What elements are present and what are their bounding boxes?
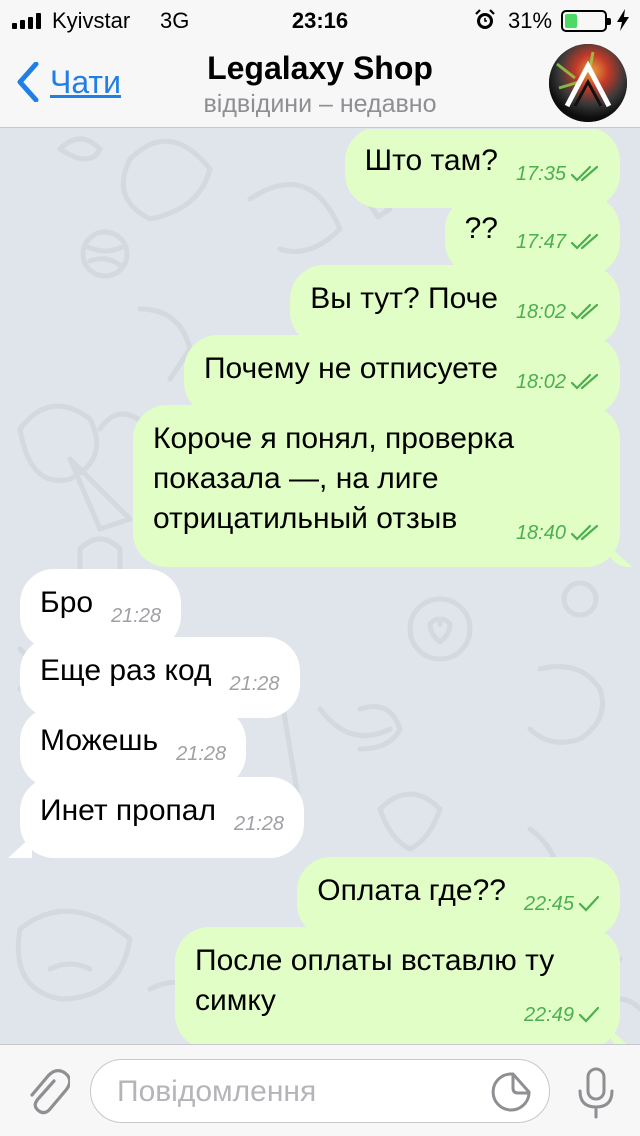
message-text: Вы тут? Поче xyxy=(310,282,498,315)
outgoing-message[interactable]: ?? 17:47 xyxy=(444,195,620,276)
message-meta: 18:02 xyxy=(516,292,600,332)
double-check-icon xyxy=(570,303,599,320)
microphone-icon[interactable] xyxy=(576,1067,616,1119)
message-meta: 21:28 xyxy=(111,596,161,636)
check-icon xyxy=(578,895,600,912)
incoming-message[interactable]: Инет пропал 21:28 xyxy=(20,777,305,858)
alarm-icon xyxy=(475,9,495,29)
double-check-icon xyxy=(570,233,599,250)
message-time: 18:02 xyxy=(515,301,566,323)
message-meta: 18:02 xyxy=(516,362,600,402)
message-time: 21:28 xyxy=(111,605,162,627)
message-meta: 21:28 xyxy=(230,664,280,704)
battery-percent: 31% xyxy=(508,8,553,33)
message-text: Инет пропал xyxy=(40,794,216,827)
message-time: 17:35 xyxy=(515,163,566,185)
message-time: 22:49 xyxy=(523,1004,574,1026)
double-check-icon xyxy=(570,524,599,541)
message-meta: 22:49 xyxy=(524,995,600,1035)
double-check-icon xyxy=(570,165,599,182)
avatar[interactable] xyxy=(549,44,627,122)
message-meta: 17:35 xyxy=(516,154,600,194)
charging-icon xyxy=(617,9,629,31)
double-check-icon xyxy=(570,373,599,390)
message-text: Короче я понял, проверка показала —, на … xyxy=(153,422,515,535)
last-seen-status: відвідини – недавно xyxy=(203,90,437,118)
message-meta: 21:28 xyxy=(234,804,284,844)
message-time: 21:28 xyxy=(176,743,227,765)
message-meta: 17:47 xyxy=(516,222,600,262)
message-text: Што там? xyxy=(364,144,498,177)
message-time: 18:02 xyxy=(515,371,566,393)
message-text: ?? xyxy=(464,212,498,245)
sticker-icon[interactable] xyxy=(489,1070,533,1114)
message-text: Можешь xyxy=(40,724,159,757)
message-list[interactable]: Што там? 17:35?? 17:47 Вы тут? Поче 18:02 Поч… xyxy=(0,129,640,1044)
message-time: 21:28 xyxy=(229,673,280,695)
chat-title[interactable]: Legalaxy Shop xyxy=(0,50,640,87)
message-time: 22:45 xyxy=(523,893,574,915)
check-icon xyxy=(578,1006,600,1023)
outgoing-message[interactable]: Почему не отписуете 18:02 xyxy=(183,335,620,416)
message-time: 21:28 xyxy=(233,813,285,835)
message-time: 18:40 xyxy=(515,522,566,544)
message-text: После оплаты вставлю ту симку xyxy=(195,944,555,1017)
message-text: Почему не отписуете xyxy=(203,352,498,385)
outgoing-message[interactable]: Оплата где?? 22:45 xyxy=(297,857,620,938)
incoming-message[interactable]: Еще раз код 21:28 xyxy=(20,637,300,718)
chat-header: Чати Legalaxy Shop відвідини – недавно xyxy=(0,40,640,128)
outgoing-message[interactable]: Вы тут? Поче 18:02 xyxy=(290,265,620,346)
outgoing-message[interactable]: Короче я понял, проверка показала —, на … xyxy=(133,405,620,567)
message-meta: 21:28 xyxy=(176,734,226,774)
message-input[interactable] xyxy=(117,1072,477,1112)
status-bar: Kyivstar 3G 23:16 31% xyxy=(0,0,640,40)
outgoing-message[interactable]: После оплаты вставлю ту симку 22:49 xyxy=(175,927,620,1044)
composer xyxy=(0,1044,640,1136)
message-meta: 22:45 xyxy=(524,884,600,924)
message-text: Оплата где?? xyxy=(317,874,506,907)
message-time: 17:47 xyxy=(515,231,566,253)
battery-icon xyxy=(561,10,611,32)
message-text: Еще раз код xyxy=(40,654,212,687)
message-text: Бро xyxy=(40,586,94,619)
message-meta: 18:40 xyxy=(516,513,600,553)
incoming-message[interactable]: Можешь 21:28 xyxy=(20,707,247,788)
message-field[interactable] xyxy=(90,1059,550,1123)
paperclip-icon[interactable] xyxy=(22,1067,70,1115)
